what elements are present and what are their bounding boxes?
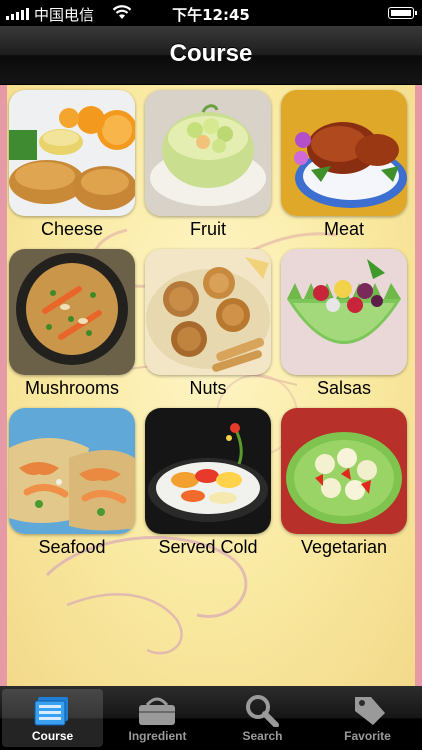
battery-icon: [388, 7, 417, 19]
category-cheese[interactable]: Cheese: [8, 90, 144, 249]
tag-icon: [355, 697, 385, 725]
seafood-image: [9, 408, 135, 534]
tab-course[interactable]: Course: [2, 689, 103, 747]
navigation-bar: Course: [0, 26, 422, 85]
category-label: Fruit: [190, 219, 226, 239]
category-label: Salsas: [316, 378, 372, 398]
mushrooms-image: [9, 249, 135, 375]
category-mushrooms[interactable]: Mushrooms: [8, 249, 144, 408]
tab-label: Favorite: [344, 729, 391, 743]
category-vegetarian[interactable]: Vegetarian: [280, 408, 415, 567]
tab-favorite[interactable]: Favorite: [317, 689, 418, 747]
category-label: Meat: [323, 219, 365, 239]
search-icon: [246, 695, 279, 727]
category-seafood[interactable]: Seafood: [8, 408, 144, 567]
meat-image: [281, 90, 407, 216]
category-label: Nuts: [189, 378, 227, 398]
tab-label: Search: [242, 729, 283, 743]
vegetarian-image: [281, 408, 407, 534]
category-label: Served Cold: [158, 537, 258, 557]
tab-search[interactable]: Search: [212, 689, 313, 747]
category-label: Seafood: [38, 537, 106, 557]
category-label: Mushrooms: [24, 378, 120, 398]
category-label: Vegetarian: [300, 537, 388, 557]
status-time: 下午12:45: [172, 6, 250, 24]
category-meat[interactable]: Meat: [280, 90, 415, 249]
status-bar: 中国电信 下午12:45: [0, 0, 422, 26]
category-salsas[interactable]: Salsas: [280, 249, 415, 408]
basket-icon: [139, 697, 175, 725]
tab-label: Ingredient: [128, 729, 187, 743]
category-label: Cheese: [40, 219, 104, 239]
tab-label: Course: [31, 729, 74, 743]
course-grid-area: Cheese Fruit Meat Mushrooms Nuts Salsas …: [0, 85, 422, 686]
cheese-image: [9, 90, 135, 216]
tab-bar: Course Ingredient Search Favorite: [0, 686, 422, 750]
fruit-image: [145, 90, 271, 216]
nuts-image: [145, 249, 271, 375]
page-title: Course: [169, 40, 253, 67]
served-cold-image: [145, 408, 271, 534]
category-nuts[interactable]: Nuts: [144, 249, 280, 408]
category-served-cold[interactable]: Served Cold: [144, 408, 280, 567]
category-grid: Cheese Fruit Meat Mushrooms Nuts Salsas …: [8, 90, 415, 567]
category-fruit[interactable]: Fruit: [144, 90, 280, 249]
tab-ingredient[interactable]: Ingredient: [107, 689, 208, 747]
course-icon: [34, 697, 68, 726]
salsas-image: [281, 249, 407, 375]
